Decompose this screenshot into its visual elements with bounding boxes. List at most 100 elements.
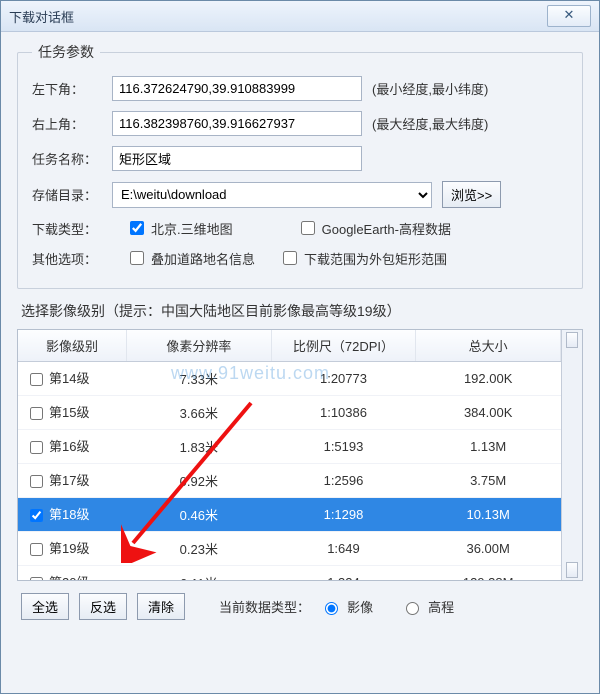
table-row[interactable]: 第20级 0.11米1:324129.38M: [18, 566, 561, 580]
other-option-overlay-checkbox[interactable]: [130, 251, 144, 265]
levels-table-wrap: 影像级别 像素分辨率 比例尺（72DPI） 总大小 第14级7.33米1:207…: [17, 329, 583, 581]
table-row[interactable]: 第17级 0.92米1:25963.75M: [18, 464, 561, 498]
levels-scrollbar[interactable]: [561, 330, 582, 580]
levels-col-level[interactable]: 影像级别: [18, 330, 127, 362]
top-right-label: 右上角：: [32, 114, 102, 133]
level-checkbox[interactable]: [30, 475, 43, 488]
table-row[interactable]: 第16级1.83米1:51931.13M: [18, 430, 561, 464]
storage-dir-select[interactable]: E:\weitu\download: [112, 182, 432, 208]
scale-cell: 1:20773: [271, 362, 416, 396]
radio-elevation-input[interactable]: [406, 602, 419, 615]
window-title: 下载对话框: [9, 7, 543, 26]
size-cell: 1.13M: [416, 430, 561, 464]
level-label: 第15级: [49, 405, 89, 420]
level-checkbox[interactable]: [30, 543, 43, 556]
level-checkbox[interactable]: [30, 407, 43, 420]
bottom-left-input[interactable]: [112, 76, 362, 101]
levels-table: 影像级别 像素分辨率 比例尺（72DPI） 总大小 第14级7.33米1:207…: [18, 330, 561, 580]
other-options-label: 其他选项：: [32, 249, 102, 268]
level-cell[interactable]: 第18级: [18, 498, 127, 532]
task-params-legend: 任务参数: [32, 42, 100, 62]
download-type-gearth[interactable]: GoogleEarth-高程数据: [297, 218, 451, 238]
task-name-input[interactable]: [112, 146, 362, 171]
current-type-label: 当前数据类型：: [219, 597, 310, 616]
scale-cell: 1:649: [271, 532, 416, 566]
level-checkbox[interactable]: [30, 577, 43, 580]
download-type-beijing3d[interactable]: 北京.三维地图: [126, 218, 233, 238]
table-row[interactable]: 第15级3.66米1:10386384.00K: [18, 396, 561, 430]
bottom-left-hint: (最小经度,最小纬度): [372, 79, 488, 98]
resolution-cell: 3.66米: [127, 396, 272, 430]
radio-image-input[interactable]: [325, 602, 338, 615]
download-type-gearth-checkbox[interactable]: [301, 221, 315, 235]
size-cell: 192.00K: [416, 362, 561, 396]
radio-image[interactable]: 影像: [320, 597, 373, 616]
task-params-group: 任务参数 左下角： (最小经度,最小纬度) 右上角： (最大经度,最大纬度) 任…: [17, 42, 583, 289]
resolution-cell: 1.83米: [127, 430, 272, 464]
bottom-bar: 全选 反选 清除 当前数据类型： 影像 高程: [17, 593, 583, 620]
clear-selection-button[interactable]: 清除: [137, 593, 185, 620]
download-dialog-window: 下载对话框 ✕ 任务参数 左下角： (最小经度,最小纬度) 右上角： (最大经度…: [0, 0, 600, 694]
table-row[interactable]: 第19级 0.23米1:64936.00M: [18, 532, 561, 566]
table-row[interactable]: 第18级0.46米1:129810.13M: [18, 498, 561, 532]
scale-cell: 1:5193: [271, 430, 416, 464]
level-checkbox[interactable]: [30, 373, 43, 386]
scale-cell: 1:324: [271, 566, 416, 580]
size-cell: 10.13M: [416, 498, 561, 532]
radio-elevation-label: 高程: [428, 597, 454, 616]
level-cell[interactable]: 第17级: [18, 464, 127, 498]
size-cell: 129.38M: [416, 566, 561, 580]
browse-button[interactable]: 浏览>>: [442, 181, 501, 208]
size-cell: 36.00M: [416, 532, 561, 566]
resolution-cell: 0.46米: [127, 498, 272, 532]
level-checkbox[interactable]: [30, 441, 43, 454]
storage-dir-row: 存储目录： E:\weitu\download 浏览>>: [32, 181, 568, 208]
resolution-cell: 0.23米: [127, 532, 272, 566]
level-cell[interactable]: 第14级: [18, 362, 127, 396]
level-cell[interactable]: 第19级: [18, 532, 127, 566]
download-type-beijing3d-checkbox[interactable]: [130, 221, 144, 235]
download-type-label: 下载类型：: [32, 219, 102, 238]
scale-cell: 1:2596: [271, 464, 416, 498]
other-option-overlay-label: 叠加道路地名信息: [151, 249, 255, 268]
level-cell[interactable]: 第16级: [18, 430, 127, 464]
select-all-button[interactable]: 全选: [21, 593, 69, 620]
level-cell[interactable]: 第15级: [18, 396, 127, 430]
resolution-cell: 0.11米: [127, 566, 272, 580]
dialog-content: 任务参数 左下角： (最小经度,最小纬度) 右上角： (最大经度,最大纬度) 任…: [1, 32, 599, 630]
other-option-extent-label: 下载范围为外包矩形范围: [304, 249, 447, 268]
other-option-extent[interactable]: 下载范围为外包矩形范围: [279, 248, 447, 268]
task-name-label: 任务名称：: [32, 149, 102, 168]
radio-image-label: 影像: [347, 597, 373, 616]
size-cell: 3.75M: [416, 464, 561, 498]
other-option-overlay[interactable]: 叠加道路地名信息: [126, 248, 255, 268]
levels-col-res[interactable]: 像素分辨率: [127, 330, 272, 362]
levels-col-scale[interactable]: 比例尺（72DPI）: [271, 330, 416, 362]
top-right-input[interactable]: [112, 111, 362, 136]
table-row[interactable]: 第14级7.33米1:20773192.00K: [18, 362, 561, 396]
invert-selection-button[interactable]: 反选: [79, 593, 127, 620]
storage-dir-label: 存储目录：: [32, 185, 102, 204]
task-name-row: 任务名称：: [32, 146, 568, 171]
bottom-left-row: 左下角： (最小经度,最小纬度): [32, 76, 568, 101]
resolution-cell: 0.92米: [127, 464, 272, 498]
download-type-beijing3d-label: 北京.三维地图: [151, 219, 233, 238]
levels-section-label: 选择影像级别（提示：中国大陆地区目前影像最高等级19级）: [21, 301, 583, 321]
download-type-gearth-label: GoogleEarth-高程数据: [322, 219, 451, 238]
other-option-extent-checkbox[interactable]: [283, 251, 297, 265]
levels-table-container: 影像级别 像素分辨率 比例尺（72DPI） 总大小 第14级7.33米1:207…: [18, 330, 561, 580]
close-button[interactable]: ✕: [547, 5, 591, 27]
levels-col-size[interactable]: 总大小: [416, 330, 561, 362]
radio-elevation[interactable]: 高程: [401, 597, 454, 616]
level-label: 第19级: [49, 541, 89, 556]
level-label: 第20级: [49, 575, 89, 580]
top-right-row: 右上角： (最大经度,最大纬度): [32, 111, 568, 136]
level-label: 第17级: [49, 473, 89, 488]
level-checkbox[interactable]: [30, 509, 43, 522]
scale-cell: 1:10386: [271, 396, 416, 430]
level-cell[interactable]: 第20级: [18, 566, 127, 580]
scale-cell: 1:1298: [271, 498, 416, 532]
level-label: 第14级: [49, 371, 89, 386]
other-options-row: 其他选项： 叠加道路地名信息 下载范围为外包矩形范围: [32, 248, 568, 268]
top-right-hint: (最大经度,最大纬度): [372, 114, 488, 133]
